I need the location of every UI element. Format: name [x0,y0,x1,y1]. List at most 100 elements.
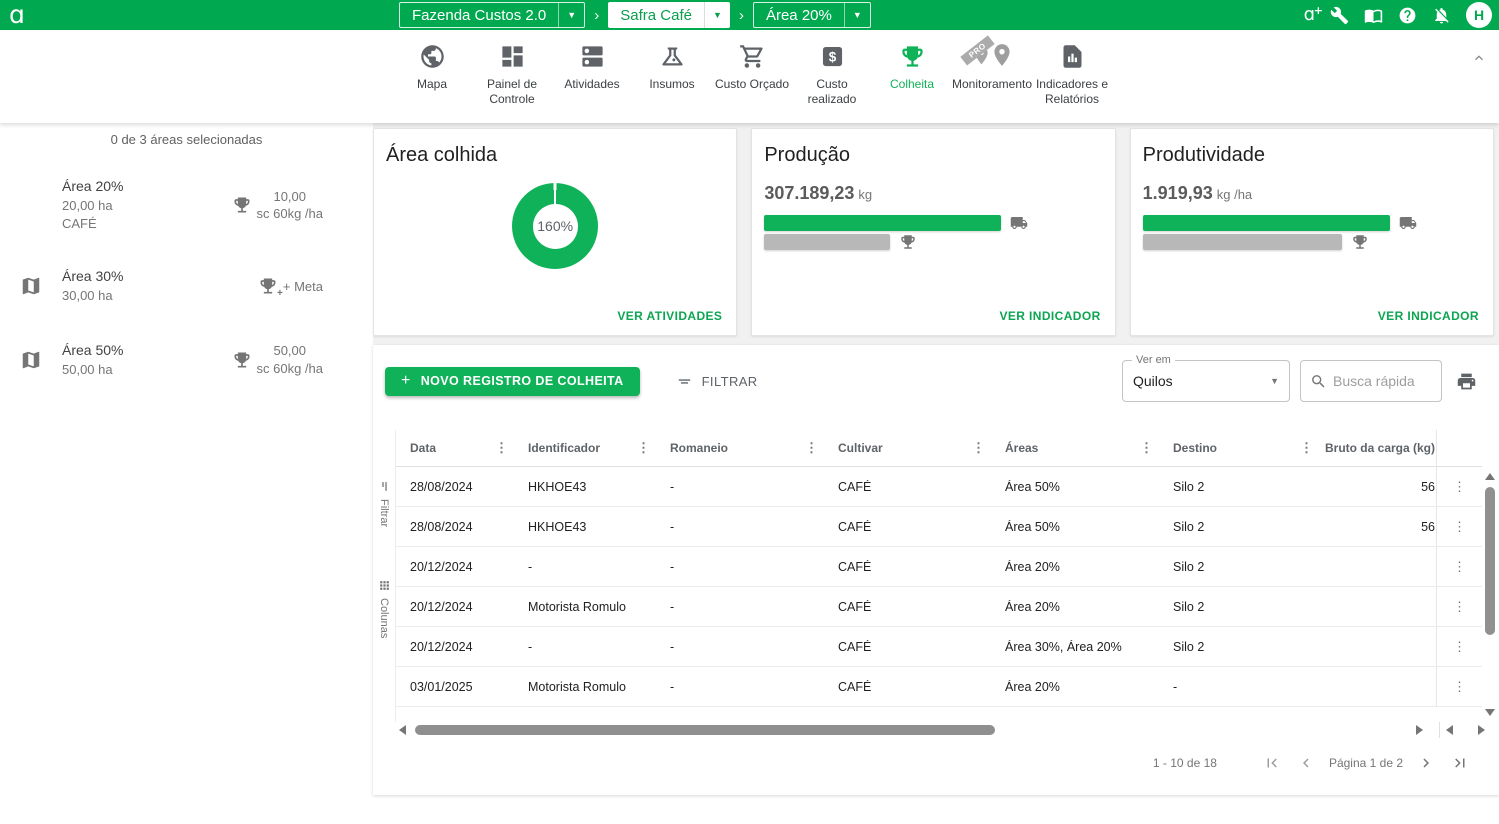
cell-data: 03/01/2025 [396,680,514,694]
nav-item-atividades[interactable]: Atividades [552,42,632,107]
filter-button[interactable]: FILTRAR [676,373,758,390]
area-selector[interactable]: Área 20% ▼ [753,2,871,28]
previous-page-icon[interactable] [1297,754,1315,772]
area-name: Área 30% [62,268,258,284]
table-row[interactable]: 28/08/2024 HKHOE43 - CAFÉ Área 50% Silo … [396,507,1482,547]
first-page-icon[interactable] [1263,754,1281,772]
tools-wrench-icon[interactable] [1330,6,1349,25]
column-menu-icon[interactable]: ⋮ [805,440,818,456]
side-tab-colunas[interactable]: Colunas [378,579,391,638]
nav-item-colheita[interactable]: Colheita [872,42,952,107]
chevron-down-icon[interactable]: ▼ [704,2,730,28]
table-row[interactable]: 03/01/2025 Motorista Romulo - CAFÉ Área … [396,667,1482,707]
notifications-off-icon[interactable] [1432,6,1451,25]
map-icon [20,275,62,297]
column-header-identificador[interactable]: Identificador⋮ [514,430,656,466]
view-in-select[interactable]: Ver em Quilos ▼ [1122,360,1290,402]
column-menu-icon[interactable]: ⋮ [637,440,650,456]
cell-cultivar: CAFÉ [824,520,991,534]
pinned-columns-scrollbar[interactable] [1439,722,1491,738]
cell-areas: Área 50% [991,480,1159,494]
horizontal-scrollbar[interactable] [395,722,1427,738]
trophy-icon [1351,233,1369,251]
table-row[interactable]: 28/08/2024 HKHOE43 - CAFÉ Área 50% Silo … [396,467,1482,507]
nav-item-painel-de-controle[interactable]: Painel de Controle [472,42,552,107]
row-menu-icon[interactable]: ⋮ [1453,639,1466,655]
ver-indicador-link[interactable]: VER INDICADOR [1378,309,1479,323]
column-header-romaneio[interactable]: Romaneio ⋮ [656,430,824,466]
area-row-area-30[interactable]: Área 30% 30,00 ha + + Meta [0,268,373,305]
new-record-label: NOVO REGISTRO DE COLHEITA [421,374,624,388]
goal-unit: sc 60kg /ha [257,360,324,378]
nav-label: Monitoramento [952,77,1032,92]
column-menu-icon[interactable]: ⋮ [495,440,508,456]
table-area: Data⋮ Identificador⋮ Romaneio ⋮ Cultivar⋮… [396,430,1482,722]
area-goal[interactable]: 50,00 sc 60kg /ha [232,342,324,377]
horizontal-scroll-thumb[interactable] [415,725,995,735]
help-icon[interactable] [1398,6,1417,25]
column-label: Romaneio [670,441,728,455]
nav-item-insumos[interactable]: Insumos [632,42,712,107]
trophy-icon [232,350,252,370]
trophy-icon [899,233,917,251]
quick-search-input[interactable] [1333,373,1432,389]
goal-unit: sc 60kg /ha [257,205,324,223]
nav-item-indicadores-relatorios[interactable]: Indicadores e Relatórios [1032,42,1112,107]
print-icon[interactable] [1456,371,1477,392]
scroll-up-arrow-icon[interactable] [1485,473,1495,480]
scroll-left-arrow-icon[interactable] [399,725,406,735]
row-menu-icon[interactable]: ⋮ [1453,479,1466,495]
area-goal[interactable]: 10,00 sc 60kg /ha [232,188,324,223]
card-title: Área colhida [386,144,724,167]
chevron-down-icon[interactable]: ▼ [558,3,584,27]
row-menu-icon[interactable]: ⋮ [1453,559,1466,575]
trophy-add-icon: + [258,276,278,296]
column-menu-icon[interactable]: ⋮ [1140,440,1153,456]
chevron-down-icon: ▼ [1270,376,1279,386]
last-page-icon[interactable] [1451,754,1469,772]
area-goal-add[interactable]: + + Meta [258,276,323,296]
table-row[interactable]: 20/12/2024 - - CAFÉ Área 20% Silo 2 ⋮ [396,547,1482,587]
table-row[interactable]: 20/12/2024 Motorista Romulo - CAFÉ Área … [396,587,1482,627]
user-avatar[interactable]: H [1466,2,1492,28]
scroll-right-arrow-icon[interactable] [1416,725,1423,735]
aegro-add-icon[interactable]: ɑ+ [1304,5,1315,25]
row-menu-icon[interactable]: ⋮ [1453,599,1466,615]
nav-item-monitoramento[interactable]: PRO Monitoramento [952,42,1032,107]
scroll-down-arrow-icon[interactable] [1485,709,1495,716]
knowledge-book-icon[interactable] [1364,6,1383,25]
column-header-areas[interactable]: Áreas⋮ [991,430,1159,466]
monitoring-pins-icon: PRO [969,42,1015,70]
column-menu-icon[interactable]: ⋮ [1300,440,1313,456]
cell-destino: Silo 2 [1159,640,1319,654]
chevron-down-icon[interactable]: ▼ [844,3,870,27]
column-header-bruto[interactable]: Bruto da carga (kg) [1319,430,1436,466]
table-row[interactable]: 20/12/2024 - - CAFÉ Área 30%, Área 20% S… [396,627,1482,667]
farm-selector[interactable]: Fazenda Custos 2.0 ▼ [399,2,585,28]
next-page-icon[interactable] [1417,754,1435,772]
side-tab-filtrar[interactable]: Filtrar [378,480,391,527]
cell-destino: Silo 2 [1159,600,1319,614]
column-header-cultivar[interactable]: Cultivar⋮ [824,430,991,466]
ver-indicador-link[interactable]: VER INDICADOR [999,309,1100,323]
nav-item-custo-realizado[interactable]: $ Custo realizado [792,42,872,107]
new-harvest-record-button[interactable]: + NOVO REGISTRO DE COLHEITA [385,367,640,396]
quick-search-box[interactable] [1300,360,1442,402]
collapse-nav-chevron-icon[interactable] [1471,50,1487,66]
row-menu-icon[interactable]: ⋮ [1453,679,1466,695]
nav-item-mapa[interactable]: Mapa [392,42,472,107]
column-menu-icon[interactable]: ⋮ [972,440,985,456]
cell-data: 20/12/2024 [396,600,514,614]
vertical-scrollbar[interactable] [1482,467,1499,722]
area-row-area-50[interactable]: Área 50% 50,00 ha 50,00 sc 60kg /ha [0,342,373,379]
scroll-left-arrow-icon[interactable] [1446,725,1453,735]
ver-atividades-link[interactable]: VER ATIVIDADES [617,309,722,323]
scroll-right-arrow-icon[interactable] [1478,725,1485,735]
vertical-scroll-thumb[interactable] [1485,487,1495,635]
row-menu-icon[interactable]: ⋮ [1453,519,1466,535]
nav-item-custo-orcado[interactable]: Custo Orçado [712,42,792,107]
area-row-area-20[interactable]: Área 20% 20,00 ha CAFÉ 10,00 sc 60kg /ha [0,178,373,232]
column-header-destino[interactable]: Destino⋮ [1159,430,1319,466]
season-selector[interactable]: Safra Café ▼ [608,2,730,28]
column-header-data[interactable]: Data⋮ [396,430,514,466]
